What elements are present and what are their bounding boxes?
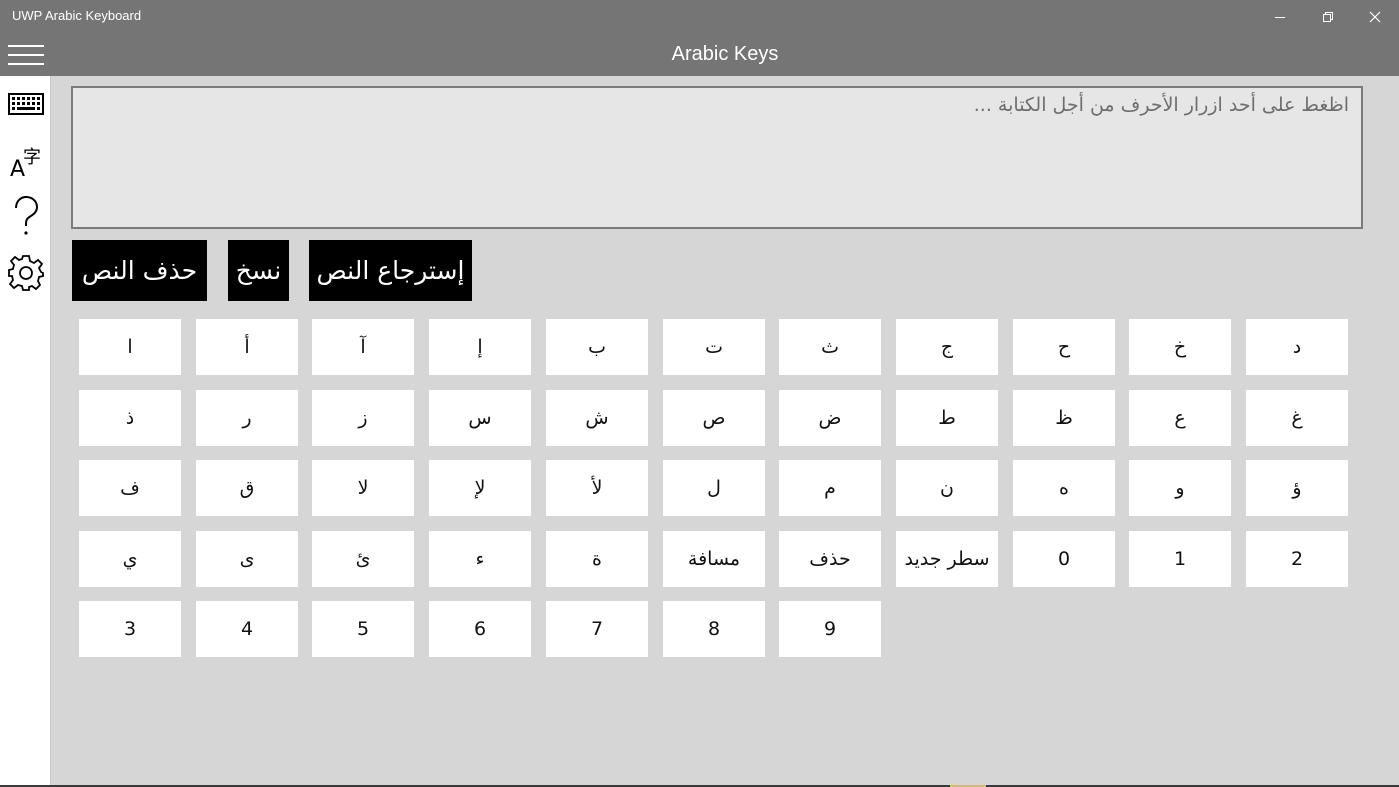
key-button[interactable]: ا	[79, 319, 181, 375]
key-button[interactable]: ز	[312, 390, 414, 446]
key-button[interactable]: ء	[429, 531, 531, 587]
minimize-button[interactable]	[1257, 0, 1303, 33]
key-button[interactable]: ط	[896, 390, 998, 446]
key-button[interactable]: ث	[779, 319, 881, 375]
window-title: UWP Arabic Keyboard	[12, 8, 142, 23]
key-button[interactable]: 9	[779, 601, 881, 657]
key-button[interactable]: مسافة	[663, 531, 765, 587]
hamburger-icon	[7, 44, 44, 65]
key-button[interactable]: ئ	[312, 531, 414, 587]
key-button[interactable]: سطر جديد	[896, 531, 998, 587]
key-button[interactable]: د	[1246, 319, 1348, 375]
sidebar: A 字	[0, 33, 51, 785]
key-button[interactable]: ت	[663, 319, 765, 375]
key-button[interactable]: م	[779, 460, 881, 516]
key-button[interactable]: ح	[1013, 319, 1115, 375]
key-button[interactable]: أ	[196, 319, 298, 375]
key-button[interactable]: ه	[1013, 460, 1115, 516]
key-button[interactable]: 1	[1129, 531, 1231, 587]
minimize-icon	[1275, 16, 1285, 18]
page-header: Arabic Keys	[51, 33, 1399, 76]
key-button[interactable]: ب	[546, 319, 648, 375]
sidebar-item-language[interactable]: A 字	[0, 133, 51, 189]
key-button[interactable]: س	[429, 390, 531, 446]
key-button[interactable]: ى	[196, 531, 298, 587]
key-button[interactable]: 3	[79, 601, 181, 657]
key-button[interactable]: ع	[1129, 390, 1231, 446]
question-icon	[14, 196, 38, 235]
key-button[interactable]: 5	[312, 601, 414, 657]
key-button[interactable]: ف	[79, 460, 181, 516]
key-button[interactable]: 2	[1246, 531, 1348, 587]
restore-icon	[1323, 11, 1333, 22]
key-button[interactable]: ظ	[1013, 390, 1115, 446]
close-button[interactable]	[1352, 0, 1398, 33]
sidebar-item-settings[interactable]	[0, 245, 51, 301]
key-button[interactable]: آ	[312, 319, 414, 375]
key-button[interactable]: ؤ	[1246, 460, 1348, 516]
key-button[interactable]: لإ	[429, 460, 531, 516]
key-button[interactable]: إ	[429, 319, 531, 375]
svg-text:字: 字	[23, 147, 41, 168]
key-button[interactable]: ض	[779, 390, 881, 446]
hamburger-button[interactable]	[0, 33, 51, 76]
key-button[interactable]: ذ	[79, 390, 181, 446]
key-button[interactable]: ي	[79, 531, 181, 587]
key-button[interactable]: ة	[546, 531, 648, 587]
key-button[interactable]: ق	[196, 460, 298, 516]
key-button[interactable]: ن	[896, 460, 998, 516]
key-button[interactable]: 8	[663, 601, 765, 657]
key-button[interactable]: حذف	[779, 531, 881, 587]
key-button[interactable]: 6	[429, 601, 531, 657]
keyboard-icon	[7, 93, 44, 115]
key-button[interactable]: خ	[1129, 319, 1231, 375]
main-content: حذف النص نسخ إسترجاع النص اأآإبتثجحخد ذرز…	[51, 76, 1399, 785]
key-button[interactable]: ص	[663, 390, 765, 446]
key-button[interactable]: 0	[1013, 531, 1115, 587]
restore-button[interactable]	[1305, 0, 1351, 33]
key-button[interactable]: لأ	[546, 460, 648, 516]
key-button[interactable]: ج	[896, 319, 998, 375]
key-button[interactable]: 4	[196, 601, 298, 657]
sidebar-item-keyboard[interactable]	[0, 76, 51, 132]
window-titlebar: UWP Arabic Keyboard	[0, 0, 1399, 33]
key-button[interactable]: ل	[663, 460, 765, 516]
key-button[interactable]: ش	[546, 390, 648, 446]
key-button[interactable]: ر	[196, 390, 298, 446]
gear-icon	[7, 255, 44, 291]
key-button[interactable]: لا	[312, 460, 414, 516]
key-button[interactable]: و	[1129, 460, 1231, 516]
text-input[interactable]	[71, 86, 1363, 229]
translate-icon: A 字	[10, 147, 41, 179]
close-icon	[1369, 11, 1381, 22]
key-button[interactable]: غ	[1246, 390, 1348, 446]
sidebar-item-help[interactable]	[0, 188, 51, 244]
page-title: Arabic Keys	[671, 43, 779, 65]
copy-button[interactable]: نسخ	[228, 240, 289, 301]
restore-text-button[interactable]: إسترجاع النص	[309, 240, 472, 301]
key-button[interactable]: 7	[546, 601, 648, 657]
clear-text-button[interactable]: حذف النص	[72, 240, 207, 301]
